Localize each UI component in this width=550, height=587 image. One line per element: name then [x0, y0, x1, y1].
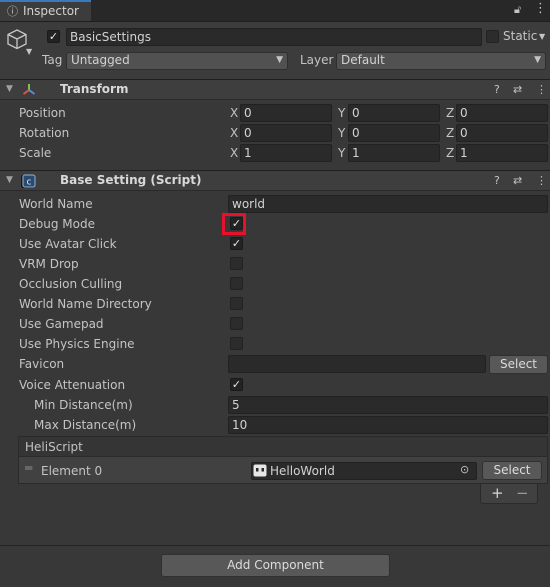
max-distance-field[interactable]: 10: [228, 416, 548, 434]
static-label: Static: [503, 29, 538, 43]
rotation-z-field[interactable]: 0: [456, 124, 548, 142]
axis-y-label: Y: [338, 106, 346, 120]
tag-dropdown[interactable]: Untagged ▼: [66, 52, 288, 70]
foldout-arrow-icon[interactable]: ▼: [6, 84, 13, 94]
favicon-label: Favicon: [19, 357, 65, 371]
add-component-button[interactable]: Add Component: [161, 554, 390, 577]
scale-label: Scale: [19, 146, 52, 160]
position-y-field[interactable]: 0: [348, 104, 440, 122]
lock-icon[interactable]: 🔓︎: [514, 3, 521, 17]
tab-bar: ⓘ Inspector 🔓︎ ⋮: [0, 0, 550, 22]
drag-handle-icon[interactable]: ═: [25, 461, 32, 475]
occlusion-culling-checkbox[interactable]: [230, 277, 243, 290]
help-icon[interactable]: ?: [494, 83, 500, 96]
vrm-drop-label: VRM Drop: [19, 257, 79, 271]
favicon-field[interactable]: [228, 355, 486, 373]
icon-dropdown-arrow-icon[interactable]: ▼: [26, 47, 32, 56]
helloworld-asset-icon: [253, 464, 267, 477]
layer-value: Default: [341, 53, 385, 67]
more-menu-icon[interactable]: ⋮: [536, 174, 547, 187]
tag-value: Untagged: [71, 53, 130, 67]
preset-icon[interactable]: ⇄: [513, 174, 522, 187]
chevron-down-icon: ▼: [276, 55, 283, 65]
script-icon: c: [22, 174, 36, 188]
svg-text:c: c: [27, 178, 32, 188]
layer-label: Layer: [300, 53, 334, 67]
min-distance-label: Min Distance(m): [34, 398, 133, 412]
element0-label: Element 0: [41, 464, 103, 478]
active-toggle[interactable]: ✓: [47, 30, 60, 43]
axis-x-label: X: [230, 106, 239, 120]
foldout-arrow-icon[interactable]: ▼: [6, 175, 13, 185]
scale-x-field[interactable]: 1: [240, 144, 332, 162]
object-header: ▼ ✓ BasicSettings Static ▼ Tag Untagged …: [0, 22, 550, 80]
voice-attenuation-checkbox[interactable]: ✓: [230, 378, 243, 391]
debug-mode-checkbox[interactable]: ✓: [230, 217, 243, 230]
axis-z-label: Z: [446, 106, 455, 120]
gameobject-cube-icon: [7, 29, 27, 50]
use-avatar-click-checkbox[interactable]: ✓: [230, 237, 243, 250]
axis-y-label: Y: [338, 126, 346, 140]
heliscript-label: HeliScript: [25, 440, 83, 454]
axis-z-label: Z: [446, 126, 455, 140]
heliscript-list-body: ═ Element 0 HelloWorld ⊙ Select: [18, 457, 548, 484]
transform-title: Transform: [60, 82, 129, 96]
axis-x-label: X: [230, 126, 239, 140]
world-name-directory-label: World Name Directory: [19, 297, 152, 311]
voice-attenuation-label: Voice Attenuation: [19, 378, 126, 392]
rotation-label: Rotation: [19, 126, 70, 140]
use-gamepad-label: Use Gamepad: [19, 317, 104, 331]
remove-element-button[interactable]: −: [516, 484, 529, 502]
use-avatar-click-label: Use Avatar Click: [19, 237, 117, 251]
min-distance-field[interactable]: 5: [228, 396, 548, 414]
more-menu-icon[interactable]: ⋮: [536, 83, 547, 96]
separator: [0, 545, 550, 546]
element0-value: HelloWorld: [270, 464, 335, 478]
world-name-field[interactable]: world: [228, 195, 548, 213]
tab-inspector[interactable]: ⓘ Inspector: [0, 0, 91, 21]
add-element-button[interactable]: +: [491, 484, 504, 502]
position-label: Position: [19, 106, 66, 120]
max-distance-label: Max Distance(m): [34, 418, 137, 432]
rotation-y-field[interactable]: 0: [348, 124, 440, 142]
tab-label: Inspector: [23, 4, 79, 18]
scale-z-field[interactable]: 1: [456, 144, 548, 162]
tag-label: Tag: [42, 53, 63, 67]
use-physics-engine-checkbox[interactable]: [230, 337, 243, 350]
object-name-field[interactable]: BasicSettings: [66, 28, 482, 46]
axis-y-label: Y: [338, 146, 346, 160]
chevron-down-icon: ▼: [534, 55, 541, 65]
world-name-directory-checkbox[interactable]: [230, 297, 243, 310]
position-z-field[interactable]: 0: [456, 104, 548, 122]
static-dropdown-icon[interactable]: ▼: [539, 32, 545, 41]
axis-z-label: Z: [446, 146, 455, 160]
preset-icon[interactable]: ⇄: [513, 83, 522, 96]
transform-icon: [22, 84, 36, 95]
heliscript-list-header[interactable]: HeliScript: [18, 436, 548, 457]
element0-select-button[interactable]: Select: [482, 461, 542, 480]
base-setting-header[interactable]: ▼ ✓ c Base Setting (Script) ? ⇄ ⋮: [0, 170, 550, 191]
debug-mode-label: Debug Mode: [19, 217, 95, 231]
occlusion-culling-label: Occlusion Culling: [19, 277, 123, 291]
object-picker-icon[interactable]: ⊙: [460, 463, 469, 476]
world-name-label: World Name: [19, 197, 93, 211]
layer-dropdown[interactable]: Default ▼: [336, 52, 546, 70]
list-footer: + −: [480, 484, 538, 504]
script-title: Base Setting (Script): [60, 173, 202, 187]
more-menu-icon[interactable]: ⋮: [534, 1, 547, 16]
element0-field[interactable]: HelloWorld: [251, 462, 477, 480]
rotation-x-field[interactable]: 0: [240, 124, 332, 142]
vrm-drop-checkbox[interactable]: [230, 257, 243, 270]
static-toggle[interactable]: [486, 30, 499, 43]
use-gamepad-checkbox[interactable]: [230, 317, 243, 330]
axis-x-label: X: [230, 146, 239, 160]
favicon-select-button[interactable]: Select: [489, 355, 548, 374]
use-physics-engine-label: Use Physics Engine: [19, 337, 135, 351]
help-icon[interactable]: ?: [494, 174, 500, 187]
transform-header[interactable]: ▼ Transform ? ⇄ ⋮: [0, 79, 550, 100]
info-icon: ⓘ: [7, 5, 18, 18]
scale-y-field[interactable]: 1: [348, 144, 440, 162]
position-x-field[interactable]: 0: [240, 104, 332, 122]
